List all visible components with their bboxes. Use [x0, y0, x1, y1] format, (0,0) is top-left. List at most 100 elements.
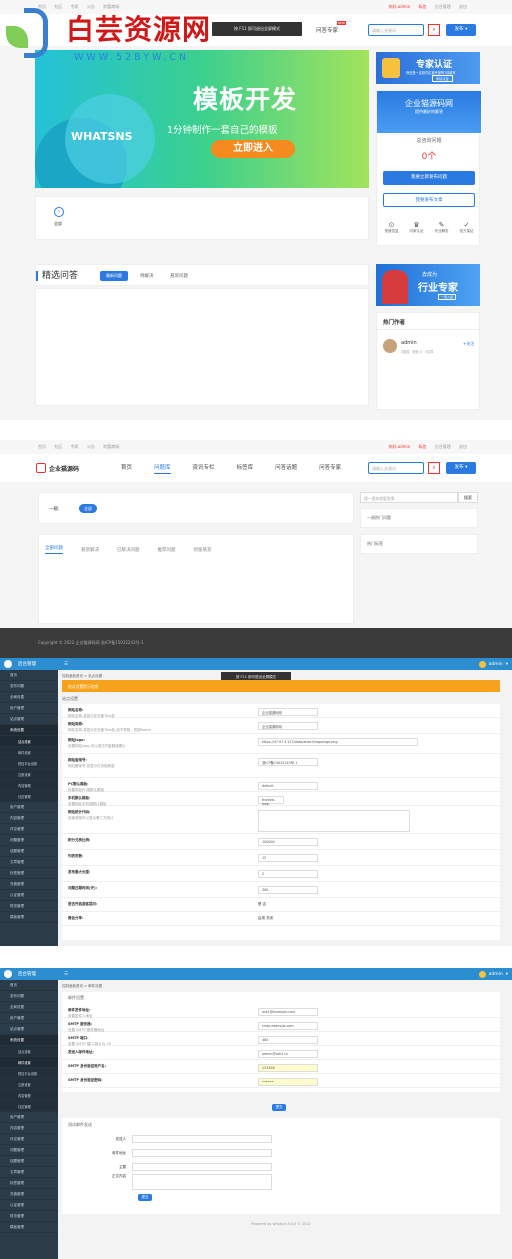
menu-item[interactable]: 问答话题 [275, 463, 297, 474]
smtp-port-input[interactable]: 465 [258, 1036, 318, 1044]
top-link[interactable]: 首页 [38, 444, 46, 449]
sidebar-item[interactable]: 内容管理 [0, 813, 58, 824]
category-all[interactable]: 全部 [54, 221, 62, 227]
submit-button[interactable]: 提交 [272, 1104, 286, 1111]
expire-days-input[interactable]: 300 [258, 886, 318, 894]
menu-item[interactable]: 问答专家 [319, 463, 341, 474]
icp-input[interactable]: 浙ICP备15032243号-1 [258, 758, 318, 766]
sidebar-subitem[interactable]: 内容管理 [0, 1090, 58, 1101]
test-sender-input[interactable] [132, 1135, 272, 1143]
sidebar-item[interactable]: 用户管理 [0, 1112, 58, 1123]
wap-template-select[interactable]: fronted-wap [258, 796, 284, 806]
menu-item[interactable]: 首页 [121, 463, 132, 474]
sidebar-item[interactable]: 首页 [0, 980, 58, 991]
smtp-password-input[interactable]: •••••• [258, 1078, 318, 1086]
follow-button[interactable]: +关注 [463, 341, 474, 347]
sidebar-item[interactable]: 用户管理 [0, 703, 58, 714]
sidebar-item[interactable]: 评论管理 [0, 824, 58, 835]
tab-wealth[interactable]: 财富悬赏 [194, 547, 212, 553]
expert-banner[interactable]: 去成为 行业专家 一键入驻 [376, 264, 480, 306]
test-recipient-input[interactable] [132, 1149, 272, 1157]
sidebar-subitem[interactable]: 邮件设置 [0, 1057, 58, 1068]
ask-question-button[interactable]: 我要立即发布问题 [383, 171, 475, 185]
sender-email-input[interactable]: admin@ask2.cn [258, 1050, 318, 1058]
messages-link[interactable]: 私信 [418, 4, 426, 9]
tab-bounty-solved[interactable]: 悬赏解决 [81, 547, 99, 553]
level-all[interactable]: 全部 [79, 504, 97, 513]
menu-item[interactable]: 问题库 [154, 463, 171, 474]
sidebar-item[interactable]: 文章管理 [0, 1167, 58, 1178]
sidebar-item[interactable]: 全局设置 [0, 1002, 58, 1013]
points-ratio-input[interactable]: 100000 [258, 838, 318, 846]
sidebar-item[interactable]: 内容管理 [0, 1123, 58, 1134]
top-link[interactable]: 公告 [87, 444, 95, 449]
side-search-input[interactable]: 搜一搜你想要答案 [360, 492, 458, 503]
page-size-input[interactable]: 15 [258, 854, 318, 862]
smtp-user-input[interactable]: 123456 [258, 1064, 318, 1072]
avatar[interactable] [383, 339, 397, 353]
user-greeting[interactable]: 你好,admin [388, 444, 410, 449]
sidebar-item[interactable]: 首页 [0, 670, 58, 681]
guest-ask-radio[interactable]: 是 否 [258, 902, 494, 907]
sidebar-item[interactable]: 发布问题 [0, 991, 58, 1002]
tab-recommended[interactable]: 推荐问题 [158, 547, 176, 553]
sidebar-item[interactable]: 系统设置 [0, 725, 58, 736]
sidebar-subitem[interactable]: 内容管理 [0, 780, 58, 791]
mail-from-input[interactable]: ask1@example.com [258, 1008, 318, 1016]
sidebar-subitem[interactable]: 注册设置 [0, 769, 58, 780]
banner[interactable]: WHATSNS 模板开发 1分钟制作一套自己的模板 立即进入 [35, 50, 369, 188]
search-icon[interactable]: ⌕ [428, 462, 440, 474]
sidebar-item[interactable]: 标签管理 [0, 868, 58, 879]
sidebar-subitem[interactable]: 社区管理 [0, 791, 58, 802]
messages-link[interactable]: 私信 [418, 444, 426, 449]
banner-cta[interactable]: 立即进入 [211, 140, 295, 158]
tab-solved[interactable]: 已解决问题 [117, 547, 140, 553]
sidebar-item[interactable]: 站点管理 [0, 1024, 58, 1035]
menu-toggle-icon[interactable]: ☰ [64, 662, 68, 667]
tab-all[interactable]: 全部问题 [45, 545, 63, 554]
top-link[interactable]: 财富商城 [103, 444, 119, 449]
top-link[interactable]: 社区 [54, 4, 62, 9]
search-icon[interactable]: ⌕ [428, 24, 440, 36]
wechat-share-radio[interactable]: 启用 关闭 [258, 916, 494, 921]
tab-latest[interactable]: 最新问题 [100, 271, 128, 281]
admin-link[interactable]: 后台管理 [435, 4, 451, 9]
chevron-right-icon[interactable]: › [54, 207, 64, 217]
sidebar-subitem[interactable]: 站点设置 [0, 1046, 58, 1057]
sidebar-item[interactable]: 模板管理 [0, 912, 58, 923]
user-greeting[interactable]: 你好,admin [388, 4, 410, 9]
sidebar-item[interactable]: 认证管理 [0, 1200, 58, 1211]
test-subject-input[interactable] [132, 1163, 272, 1171]
sidebar-item[interactable]: 标签管理 [0, 1178, 58, 1189]
sidebar-subitem[interactable]: 注册设置 [0, 1079, 58, 1090]
sidebar-item[interactable]: 站点管理 [0, 714, 58, 725]
pc-template-select[interactable]: default [258, 782, 318, 790]
avatar[interactable] [478, 660, 486, 668]
tab-bounty[interactable]: 悬赏问题 [170, 273, 188, 279]
sidebar-item[interactable]: 发布问题 [0, 681, 58, 692]
sidebar-item[interactable]: 充值管理 [0, 879, 58, 890]
publish-button[interactable]: 发布 ▾ [446, 462, 476, 474]
nav-experts[interactable]: 问答专家 NEW [316, 21, 346, 34]
sidebar-item[interactable]: 问题管理 [0, 835, 58, 846]
sidebar-item[interactable]: 认证管理 [0, 890, 58, 901]
sidebar-subitem[interactable]: 短信平台设置 [0, 758, 58, 769]
menu-item[interactable]: 资讯专栏 [193, 463, 215, 474]
logout-link[interactable]: 退出 [459, 444, 467, 449]
site-short-input[interactable]: 企业猫源码网 [258, 722, 318, 730]
logo-input[interactable]: https://47.97.4.172/data/attach/logo/log… [258, 738, 418, 746]
sidebar-subitem[interactable]: 邮件设置 [0, 747, 58, 758]
expert-banner-button[interactable]: 一键入驻 [438, 294, 457, 300]
logout-link[interactable]: 退出 [459, 4, 467, 9]
sidebar-subitem[interactable]: 短信平台设置 [0, 1068, 58, 1079]
avatar[interactable] [478, 970, 486, 978]
sidebar-item[interactable]: 充值管理 [0, 1189, 58, 1200]
sidebar-item[interactable]: 系统设置 [0, 1035, 58, 1046]
sidebar-item[interactable]: 全局设置 [0, 692, 58, 703]
logo[interactable]: 企业猫源码 [36, 463, 79, 473]
search-input[interactable]: 请输入关键词 [368, 462, 424, 474]
stats-code-textarea[interactable] [258, 810, 410, 832]
max-length-input[interactable]: 5 [258, 870, 318, 878]
test-body-textarea[interactable] [132, 1174, 272, 1190]
publish-button[interactable]: 发布 ▾ [446, 24, 476, 36]
